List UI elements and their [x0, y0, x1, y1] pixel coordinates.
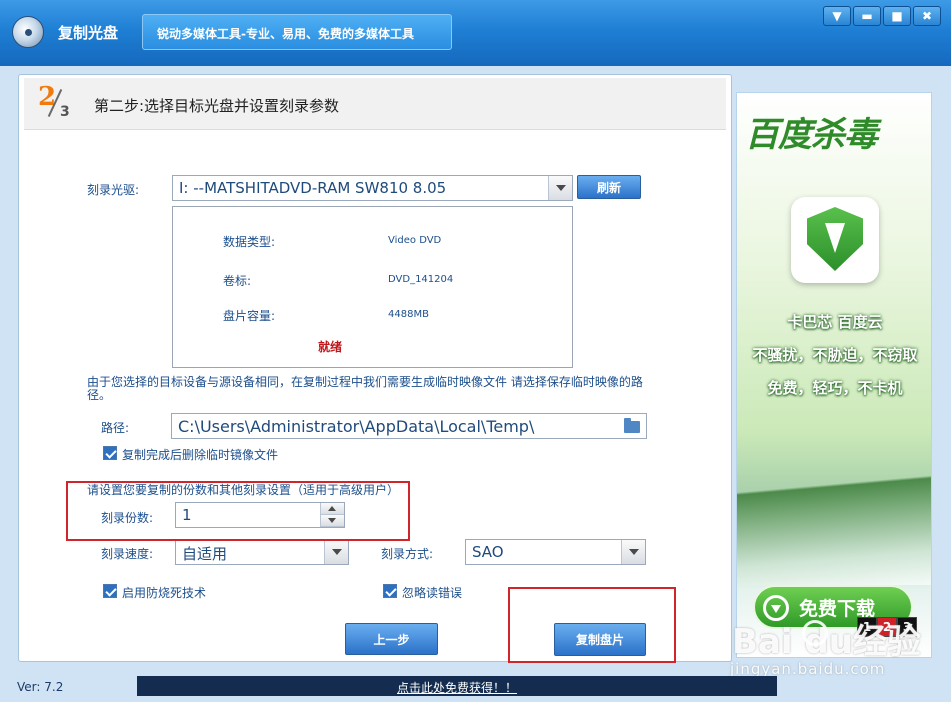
step-header: 2 3 第二步:选择目标光盘并设置刻录参数 [24, 78, 726, 130]
volume-value: DVD_141204 [388, 274, 454, 285]
title-bar: 复制光盘 锐动多媒体工具-专业、易用、免费的多媒体工具 ▼ ▬ ■ ✖ [0, 0, 951, 66]
shield-icon [807, 207, 863, 271]
back-button[interactable]: 上一步 [345, 623, 438, 655]
main-panel: 2 3 第二步:选择目标光盘并设置刻录参数 刻录光驱: I: --MATSHIT… [18, 74, 732, 662]
burnproof-checkbox[interactable] [103, 584, 117, 598]
ad-line-2: 不骚扰，不胁迫，不窃取 [752, 346, 918, 364]
drive-label: 刻录光驱: [87, 183, 140, 197]
ad-line-1: 卡巴芯 百度云 [787, 313, 883, 331]
folder-icon[interactable] [624, 418, 640, 433]
chevron-down-icon[interactable] [548, 176, 572, 200]
app-title: 复制光盘 [58, 24, 119, 42]
delete-temp-checkbox[interactable] [103, 446, 117, 460]
speed-label: 刻录速度: [101, 547, 154, 561]
capacity-label: 盘片容量: [223, 309, 276, 323]
baidu-watermark: Bai du经验 jingyan.baidu.com [730, 612, 930, 684]
ad-line-3: 免费，轻巧，不卡机 [767, 379, 903, 397]
ignore-errors-checkbox[interactable] [383, 584, 397, 598]
temp-notice: 由于您选择的目标设备与源设备相同，在复制过程中我们需要生成临时映像文件 请选择保… [87, 375, 643, 402]
ad-app-tile [791, 197, 879, 283]
slogan-banner: 锐动多媒体工具-专业、易用、免费的多媒体工具 [142, 14, 452, 50]
highlight-box-copies [66, 481, 410, 541]
promo-bar[interactable]: 点击此处免费获得！！ [137, 676, 777, 696]
status-text: 就绪 [318, 340, 343, 354]
paw-icon [802, 620, 828, 646]
close-button[interactable]: ✖ [913, 6, 941, 26]
volume-label: 卷标: [223, 274, 252, 288]
chevron-down-icon[interactable] [324, 540, 348, 564]
type-value: Video DVD [388, 235, 442, 246]
step-total: 3 [60, 104, 70, 120]
mode-value: SAO [472, 543, 504, 561]
ad-panel[interactable]: 百度杀毒 卡巴芯 百度云 不骚扰，不胁迫，不窃取 免费，轻巧，不卡机 免费下载 … [736, 92, 932, 658]
burnproof-label: 启用防烧死技术 [122, 586, 207, 600]
disc-info-box: 数据类型: Video DVD 卷标: DVD_141204 盘片容量: 448… [172, 206, 573, 368]
mode-select[interactable]: SAO [465, 539, 646, 565]
speed-select[interactable]: 自适用 [175, 539, 349, 565]
window-controls: ▼ ▬ ■ ✖ [823, 6, 941, 26]
capacity-value: 4488MB [388, 309, 429, 320]
path-label: 路径: [101, 421, 130, 435]
ad-brand-logo: 百度杀毒 [745, 115, 878, 155]
disc-icon [12, 16, 44, 48]
maximize-button[interactable]: ■ [883, 6, 911, 26]
page-title: 第二步:选择目标光盘并设置刻录参数 [94, 97, 340, 115]
mode-label: 刻录方式: [381, 547, 434, 561]
drive-value: I: --MATSHITADVD-RAM SW810 8.05 [179, 179, 447, 197]
minimize-button[interactable]: ▬ [853, 6, 881, 26]
version-label: Ver: 7.2 [17, 680, 64, 694]
ignore-errors-label: 忽略读错误 [402, 586, 463, 600]
drive-select[interactable]: I: --MATSHITADVD-RAM SW810 8.05 [172, 175, 573, 201]
chevron-down-icon[interactable] [621, 540, 645, 564]
refresh-button[interactable]: 刷新 [577, 175, 641, 199]
type-label: 数据类型: [223, 235, 276, 249]
highlight-box-copy-button [508, 587, 676, 663]
path-value: C:\Users\Administrator\AppData\Local\Tem… [178, 417, 535, 436]
ad-landscape-image [737, 465, 931, 585]
speed-value: 自适用 [182, 545, 228, 563]
delete-temp-label: 复制完成后删除临时镜像文件 [122, 448, 279, 462]
path-input[interactable]: C:\Users\Administrator\AppData\Local\Tem… [171, 413, 647, 439]
promo-link[interactable]: 点击此处免费获得！！ [397, 681, 517, 695]
menu-down-button[interactable]: ▼ [823, 6, 851, 26]
